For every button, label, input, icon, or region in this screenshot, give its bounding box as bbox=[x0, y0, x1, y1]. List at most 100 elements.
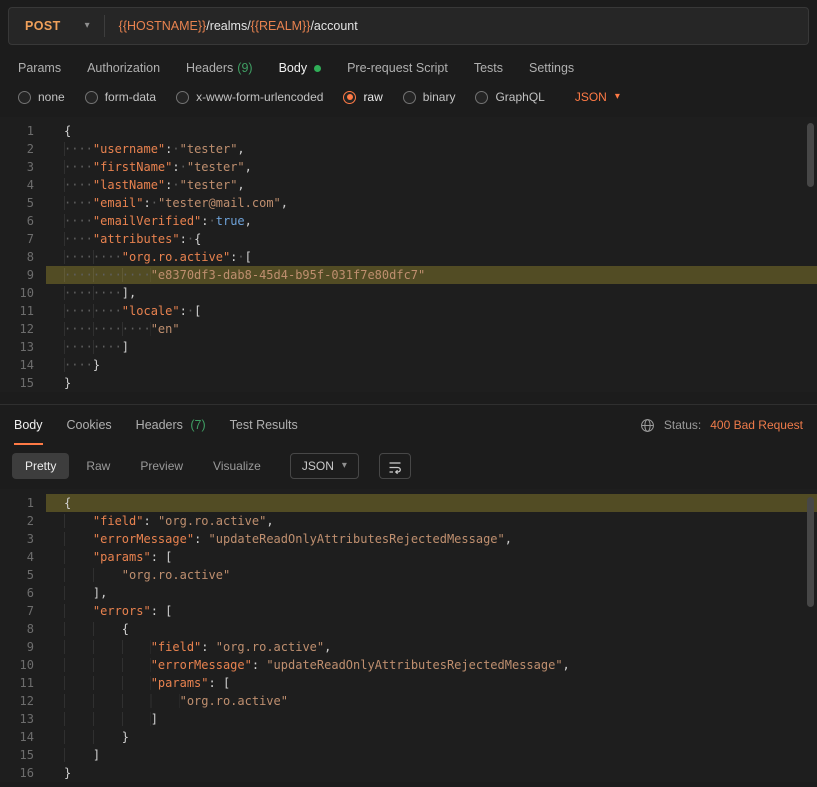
radio-icon bbox=[85, 91, 98, 104]
tab-label: Pre-request Script bbox=[347, 61, 448, 75]
code-line: "errorMessage": "updateReadOnlyAttribute… bbox=[46, 656, 817, 674]
line-number: 4 bbox=[0, 176, 34, 194]
body-type-form-data[interactable]: form-data bbox=[85, 90, 156, 104]
tab-body[interactable]: Body bbox=[279, 61, 322, 75]
line-number: 12 bbox=[0, 692, 34, 710]
response-tab-body[interactable]: Body bbox=[14, 405, 43, 445]
line-number: 13 bbox=[0, 338, 34, 356]
body-type-row: none form-data x-www-form-urlencoded raw bin… bbox=[0, 84, 817, 117]
code-line: "params": [ bbox=[46, 548, 817, 566]
code-line: ····"emailVerified":·true, bbox=[46, 212, 817, 230]
url-input[interactable]: {{HOSTNAME}}/realms/{{REALM}}/account bbox=[119, 19, 358, 33]
url-template-variable: {{HOSTNAME}} bbox=[119, 19, 207, 33]
line-number: 8 bbox=[0, 620, 34, 638]
tab-label: Headers bbox=[186, 61, 233, 75]
wrap-text-icon bbox=[387, 459, 403, 475]
body-type-x-www-form-urlencoded[interactable]: x-www-form-urlencoded bbox=[176, 90, 323, 104]
request-scrollbar-thumb[interactable] bbox=[807, 123, 814, 187]
url-path-segment: /account bbox=[310, 19, 357, 33]
body-format-select[interactable]: JSON▾ bbox=[575, 90, 620, 104]
line-number: 9 bbox=[0, 638, 34, 656]
line-number: 2 bbox=[0, 512, 34, 530]
line-number: 11 bbox=[0, 674, 34, 692]
line-number: 7 bbox=[0, 230, 34, 248]
request-tabs: Params Authorization Headers (9) Body Pre-req… bbox=[0, 49, 817, 84]
response-format-select[interactable]: JSON ▾ bbox=[290, 453, 359, 479]
radio-icon bbox=[403, 91, 416, 104]
response-code: { "field": "org.ro.active", "errorMessag… bbox=[46, 494, 817, 782]
response-tab-cookies[interactable]: Cookies bbox=[67, 405, 112, 445]
code-line: ], bbox=[46, 584, 817, 602]
code-line: ····} bbox=[46, 356, 817, 374]
status-badge[interactable]: 400 Bad Request bbox=[710, 418, 803, 432]
line-number: 4 bbox=[0, 548, 34, 566]
code-line: "params": [ bbox=[46, 674, 817, 692]
radio-label: none bbox=[38, 90, 65, 104]
view-tab-visualize[interactable]: Visualize bbox=[200, 453, 274, 479]
body-present-dot-icon bbox=[314, 65, 321, 72]
response-tab-test-results[interactable]: Test Results bbox=[230, 405, 298, 445]
code-line: } bbox=[46, 764, 817, 782]
line-number: 14 bbox=[0, 728, 34, 746]
request-code[interactable]: {····"username":·"tester",····"firstName… bbox=[46, 122, 817, 392]
line-number-gutter: 12345678910111213141516 bbox=[0, 494, 46, 782]
tab-count-badge: (9) bbox=[237, 61, 252, 75]
tab-headers[interactable]: Headers (9) bbox=[186, 61, 253, 75]
line-number: 15 bbox=[0, 746, 34, 764]
radio-icon bbox=[343, 91, 356, 104]
line-number: 6 bbox=[0, 584, 34, 602]
globe-icon bbox=[640, 418, 655, 433]
code-line: ········"locale":·[ bbox=[46, 302, 817, 320]
radio-icon bbox=[18, 91, 31, 104]
code-line-highlighted: { bbox=[46, 494, 817, 512]
chevron-down-icon: ▾ bbox=[615, 92, 620, 102]
response-toolbar: PrettyRawPreviewVisualize JSON ▾ bbox=[0, 445, 817, 489]
tab-label: Test Results bbox=[230, 418, 298, 432]
tab-authorization[interactable]: Authorization bbox=[87, 61, 160, 75]
line-number: 3 bbox=[0, 530, 34, 548]
wrap-text-button[interactable] bbox=[379, 453, 411, 479]
body-type-binary[interactable]: binary bbox=[403, 90, 456, 104]
tab-settings[interactable]: Settings bbox=[529, 61, 574, 75]
code-line: { bbox=[46, 122, 817, 140]
tab-label: Body bbox=[279, 61, 308, 75]
request-body-editor[interactable]: 123456789101112131415 {····"username":·"… bbox=[0, 117, 817, 392]
code-line: ········] bbox=[46, 338, 817, 356]
radio-label: x-www-form-urlencoded bbox=[196, 90, 323, 104]
code-line: "errors": [ bbox=[46, 602, 817, 620]
tab-label: Cookies bbox=[67, 418, 112, 432]
view-tab-preview[interactable]: Preview bbox=[127, 453, 196, 479]
line-number: 15 bbox=[0, 374, 34, 392]
tab-tests[interactable]: Tests bbox=[474, 61, 503, 75]
response-format-label: JSON bbox=[302, 459, 334, 473]
response-scrollbar-thumb[interactable] bbox=[807, 497, 814, 607]
view-tab-pretty[interactable]: Pretty bbox=[12, 453, 69, 479]
code-line: ····"attributes":·{ bbox=[46, 230, 817, 248]
code-line: ] bbox=[46, 710, 817, 728]
code-line: ····"email":·"tester@mail.com", bbox=[46, 194, 817, 212]
view-tab-raw[interactable]: Raw bbox=[73, 453, 123, 479]
code-line: ········], bbox=[46, 284, 817, 302]
response-tab-headers[interactable]: Headers (7) bbox=[136, 405, 206, 445]
tab-pre-request-script[interactable]: Pre-request Script bbox=[347, 61, 448, 75]
line-number: 1 bbox=[0, 122, 34, 140]
radio-label: form-data bbox=[105, 90, 156, 104]
code-line: ····"username":·"tester", bbox=[46, 140, 817, 158]
code-line: "org.ro.active" bbox=[46, 692, 817, 710]
tab-label: Params bbox=[18, 61, 61, 75]
response-view-tabs: PrettyRawPreviewVisualize bbox=[12, 453, 274, 479]
tab-params[interactable]: Params bbox=[18, 61, 61, 75]
method-select[interactable]: POST ▾ bbox=[9, 19, 104, 33]
line-number: 6 bbox=[0, 212, 34, 230]
line-number: 10 bbox=[0, 284, 34, 302]
radio-label: raw bbox=[363, 90, 382, 104]
line-number: 5 bbox=[0, 566, 34, 584]
body-type-raw[interactable]: raw bbox=[343, 90, 382, 104]
code-line: "org.ro.active" bbox=[46, 566, 817, 584]
body-type-none[interactable]: none bbox=[18, 90, 65, 104]
response-body-editor: 12345678910111213141516 { "field": "org.… bbox=[0, 489, 817, 782]
radio-icon bbox=[176, 91, 189, 104]
tab-label: Headers bbox=[136, 418, 183, 432]
body-type-graphql[interactable]: GraphQL bbox=[475, 90, 544, 104]
code-line: "field": "org.ro.active", bbox=[46, 512, 817, 530]
